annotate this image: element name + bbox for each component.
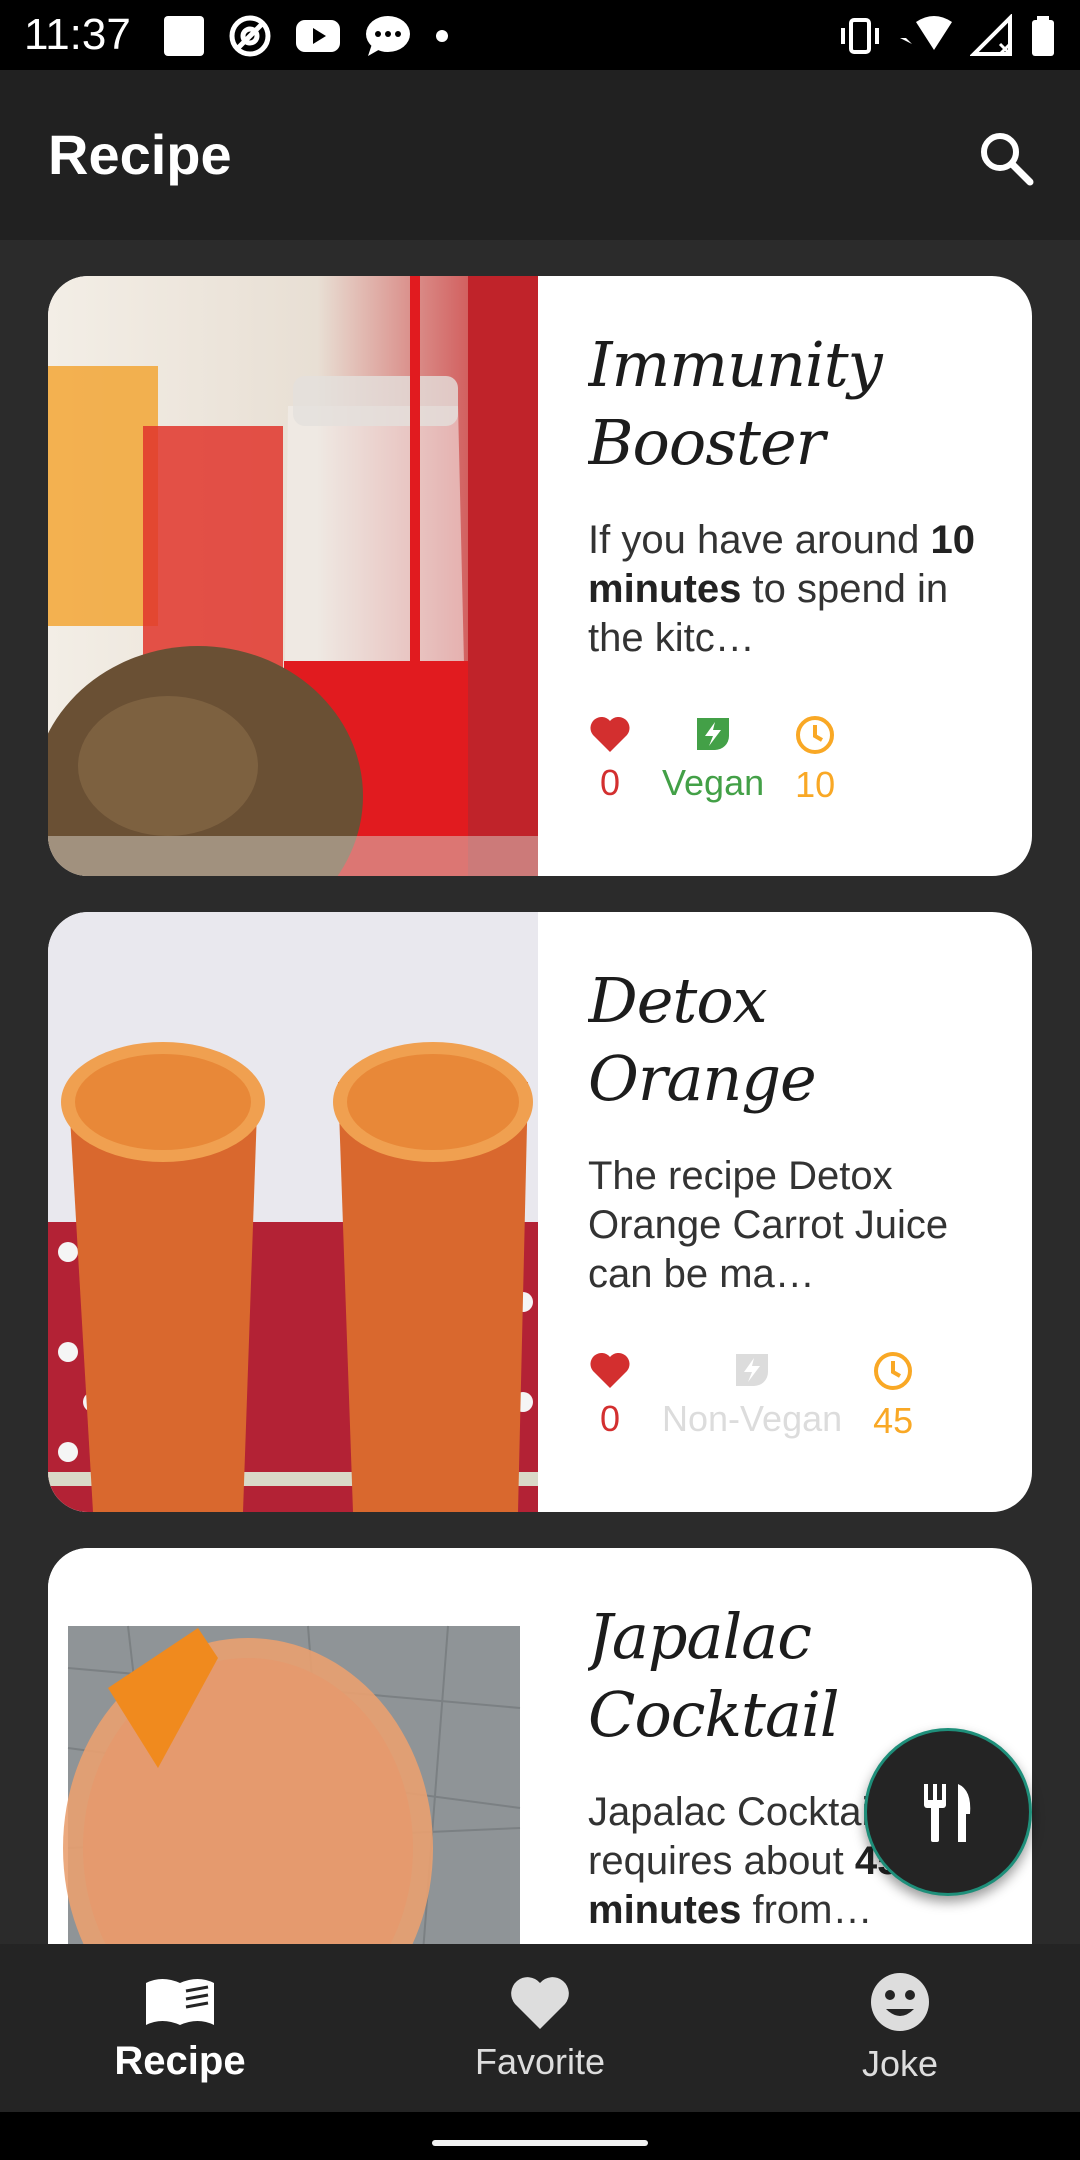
clock-icon: [796, 716, 835, 754]
recipe-description: The recipe Detox Orange Carrot Juice can…: [588, 1154, 949, 1296]
heart-icon: [590, 1352, 630, 1388]
leaf-icon: [697, 718, 730, 750]
home-gesture-handle[interactable]: [432, 2140, 648, 2146]
recipe-list[interactable]: Immunity Booster Beet… If you have aroun…: [0, 240, 1080, 1944]
nav-favorite[interactable]: Favorite: [360, 1944, 720, 2112]
recipe-title: Detox Orange Carrot Juice: [588, 964, 959, 1132]
time-indicator: 45: [872, 1350, 914, 1442]
heart-icon: [590, 716, 630, 752]
diet-indicator: Vegan: [662, 714, 764, 806]
likes-indicator: 0: [588, 1350, 632, 1442]
diet-label: Non-Vegan: [662, 1398, 843, 1439]
smiley-icon: [871, 1973, 929, 2031]
battery-icon: [1032, 16, 1054, 56]
minutes-count: 45: [873, 1400, 914, 1441]
recipe-image: [48, 912, 538, 1512]
message-icon: [366, 16, 410, 56]
recipe-card[interactable]: Immunity Booster Beet… If you have aroun…: [48, 276, 1032, 876]
recipe-meta: 0 Vegan 10: [588, 714, 992, 806]
likes-count: 0: [599, 1398, 621, 1439]
at-sign-icon: [229, 15, 271, 57]
recipe-image: [48, 1548, 538, 1944]
gallery-icon: [164, 16, 204, 56]
nav-recipe-label: Recipe: [114, 2038, 246, 2083]
likes-indicator: 0: [588, 714, 632, 806]
recipe-card[interactable]: Japalac Cocktail Japalac Cocktail requir…: [48, 1548, 1032, 1944]
nav-recipe[interactable]: Recipe: [0, 1944, 360, 2112]
youtube-icon: [296, 20, 340, 52]
recipe-content: Detox Orange Carrot Juice The recipe Det…: [538, 912, 1032, 1512]
dot-icon: [436, 30, 448, 42]
system-icons: [838, 14, 1056, 58]
gesture-bar: [0, 2112, 1080, 2160]
recipe-meta: 0 Non-Vegan 45: [588, 1350, 992, 1442]
recipe-image: [48, 276, 538, 876]
bottom-navigation: Recipe Favorite Joke: [0, 1944, 1080, 2112]
nav-joke[interactable]: Joke: [720, 1944, 1080, 2112]
cook-fab[interactable]: [864, 1728, 1032, 1896]
wifi-icon: [900, 16, 952, 50]
diet-indicator: Non-Vegan: [662, 1350, 842, 1442]
heart-icon: [511, 1977, 569, 2029]
signal-icon: [970, 14, 1012, 56]
leaf-icon: [736, 1354, 769, 1386]
restaurant-icon: [924, 1784, 971, 1842]
recipe-title: Immunity Booster Beet…: [588, 328, 883, 496]
nav-favorite-label: Favorite: [474, 2041, 606, 2082]
search-icon: [981, 133, 1034, 186]
likes-count: 0: [599, 762, 621, 803]
recipe-content: Immunity Booster Beet… If you have aroun…: [538, 276, 1032, 876]
minutes-count: 10: [795, 764, 836, 805]
status-time: 11:37: [24, 10, 131, 59]
recipe-card[interactable]: Detox Orange Carrot Juice The recipe Det…: [48, 912, 1032, 1512]
app-bar: Recipe: [0, 70, 1080, 240]
page-title: Recipe: [48, 123, 232, 186]
recipe-description: If you have around 10 minutes to spend i…: [588, 518, 975, 660]
vibrate-icon: [841, 18, 879, 54]
notification-icons: [162, 14, 450, 58]
diet-label: Vegan: [662, 762, 765, 803]
time-indicator: 10: [794, 714, 836, 806]
status-bar: 11:37: [0, 0, 1080, 70]
search-button[interactable]: [968, 120, 1044, 196]
clock-icon: [874, 1352, 913, 1390]
book-icon: [146, 1978, 214, 2025]
nav-joke-label: Joke: [861, 2043, 939, 2084]
